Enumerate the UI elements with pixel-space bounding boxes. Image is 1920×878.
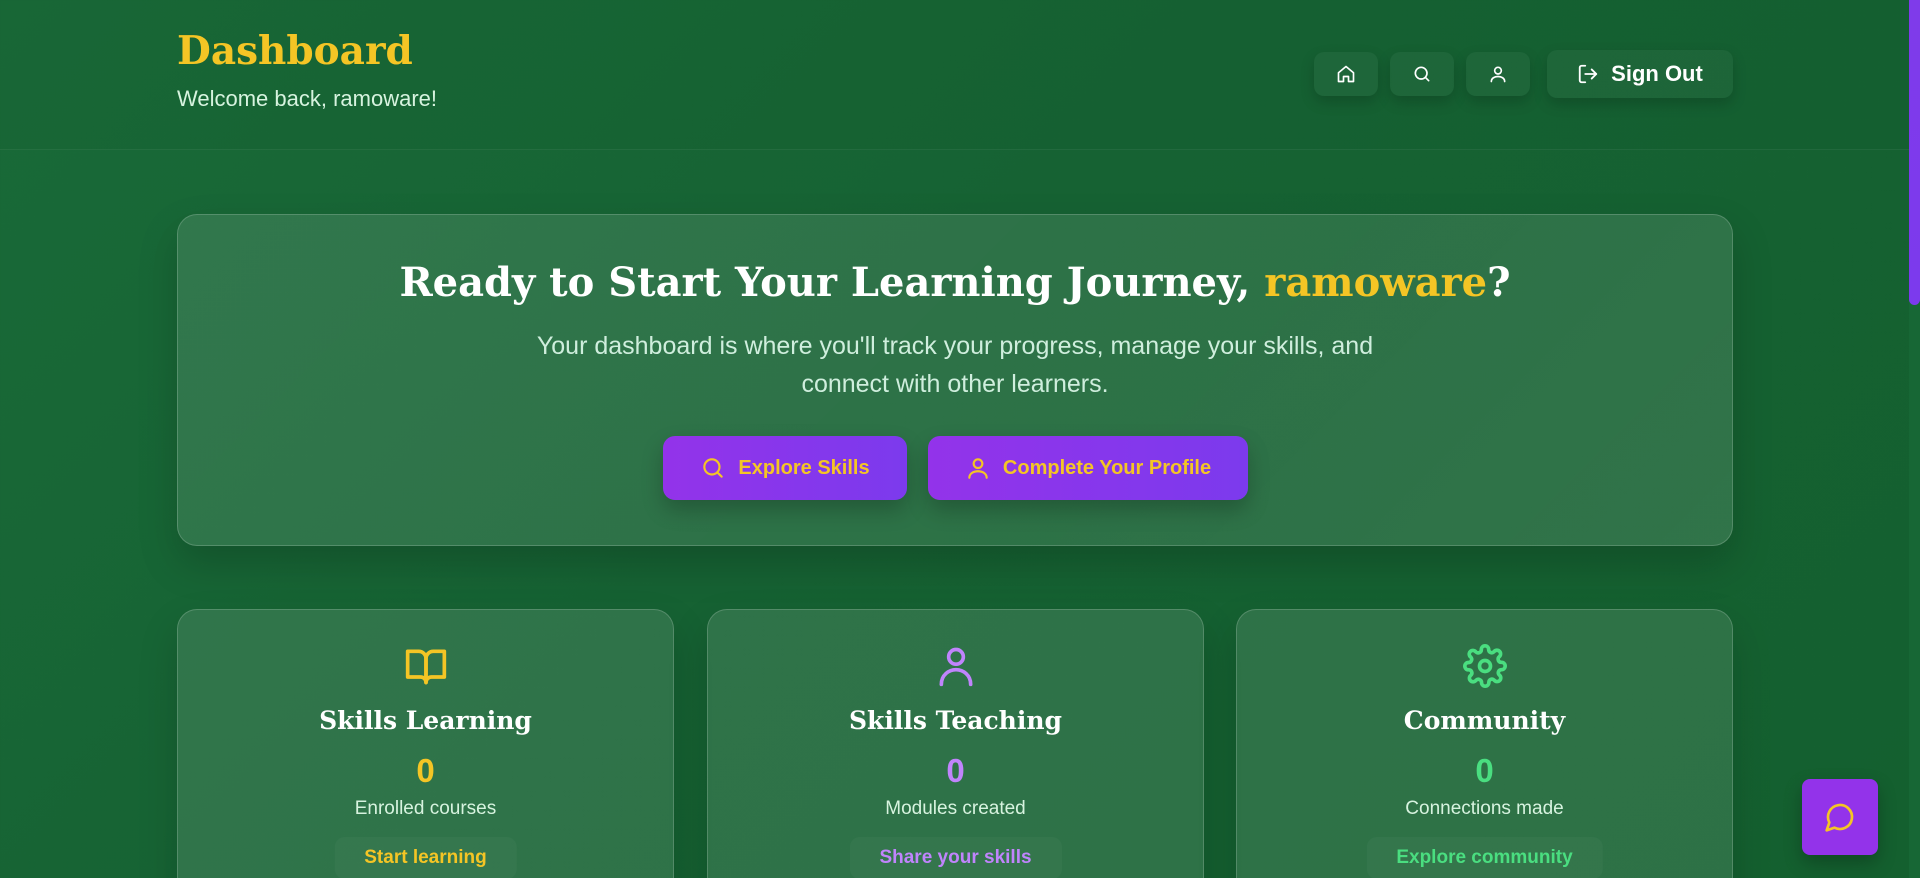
share-skills-link[interactable]: Share your skills — [849, 837, 1061, 878]
sign-out-button[interactable]: Sign Out — [1547, 50, 1733, 98]
welcome-text: Welcome back, ramoware! — [177, 86, 438, 111]
search-button[interactable] — [1390, 52, 1454, 96]
home-icon — [1337, 65, 1355, 83]
book-open-icon — [405, 649, 446, 685]
card-title: Community — [1403, 706, 1566, 735]
card-title: Skills Teaching — [848, 706, 1063, 735]
scrollbar-track[interactable] — [1909, 0, 1920, 878]
hero-subtitle: Your dashboard is where you'll track you… — [536, 332, 1374, 398]
explore-community-link[interactable]: Explore community — [1366, 837, 1602, 878]
search-icon — [703, 458, 724, 478]
hero-title-name: ramoware — [1264, 259, 1488, 306]
explore-skills-label: Explore Skills — [738, 456, 870, 479]
dashboard-header: Dashboard Welcome back, ramoware! Sign O… — [0, 0, 1909, 150]
card-count: 0 — [1475, 752, 1494, 789]
home-button[interactable] — [1314, 52, 1378, 96]
card-title: Skills Learning — [319, 706, 532, 735]
scrollbar-thumb[interactable] — [1909, 0, 1920, 305]
user-icon — [1490, 66, 1506, 83]
user-icon — [968, 458, 988, 479]
chat-bubble-icon — [1825, 803, 1854, 832]
start-learning-link[interactable]: Start learning — [334, 837, 516, 878]
log-out-icon — [1579, 64, 1598, 84]
page-title: Dashboard — [177, 28, 413, 74]
card-description: Connections made — [1405, 798, 1564, 819]
card-count: 0 — [416, 752, 435, 789]
hero-title-prefix: Ready to Start Your Learning Journey, — [399, 259, 1265, 306]
skills-learning-card: Skills Learning 0 Enrolled courses Start… — [177, 609, 674, 878]
sign-out-label: Sign Out — [1611, 61, 1703, 86]
card-description: Modules created — [885, 798, 1026, 819]
card-count: 0 — [946, 752, 965, 789]
complete-profile-button[interactable]: Complete Your Profile — [928, 436, 1248, 500]
chat-button[interactable] — [1802, 779, 1878, 855]
user-icon — [939, 647, 972, 687]
search-icon — [1414, 66, 1430, 82]
hero-panel: Ready to Start Your Learning Journey, ra… — [177, 214, 1733, 546]
hero-title-suffix: ? — [1487, 259, 1511, 306]
skills-teaching-card: Skills Teaching 0 Modules created Share … — [707, 609, 1204, 878]
hero-title: Ready to Start Your Learning Journey, ra… — [178, 259, 1732, 306]
profile-button[interactable] — [1466, 52, 1530, 96]
card-description: Enrolled courses — [354, 798, 497, 819]
gear-icon — [1462, 644, 1507, 688]
complete-profile-label: Complete Your Profile — [1002, 456, 1212, 479]
community-card: Community 0 Connections made Explore com… — [1236, 609, 1733, 878]
explore-skills-button[interactable]: Explore Skills — [663, 436, 907, 500]
